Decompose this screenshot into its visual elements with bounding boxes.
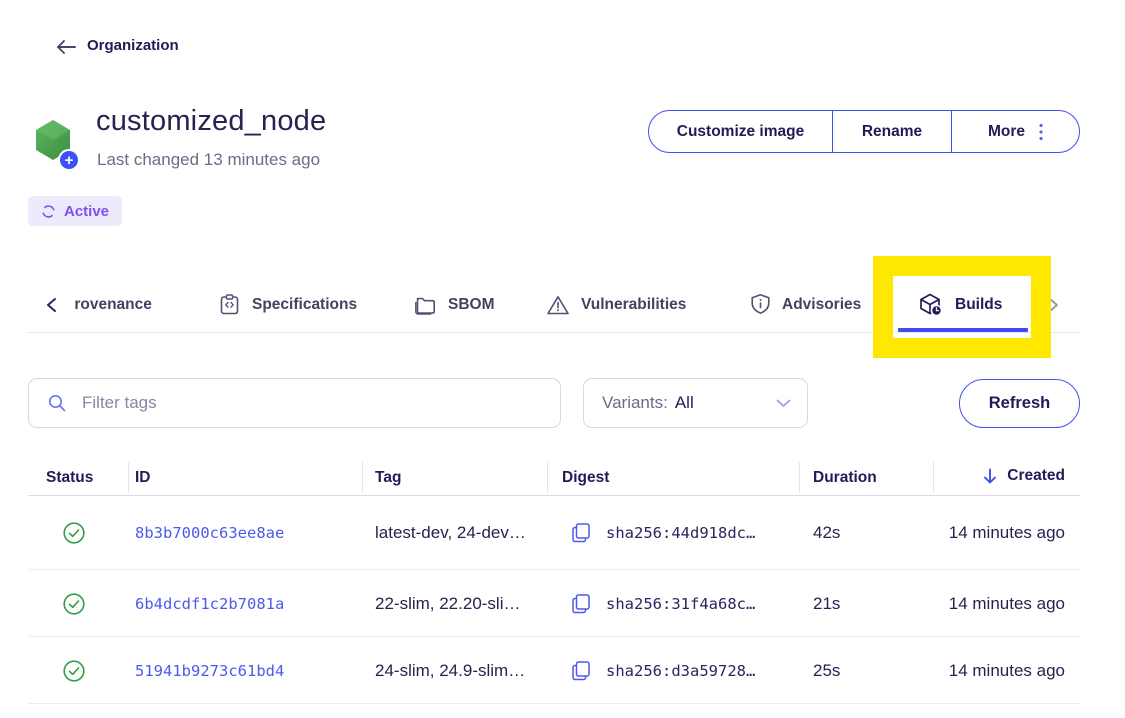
build-tags: 24-slim, 24.9-slim… [375, 661, 525, 681]
warning-triangle-icon [546, 294, 570, 316]
tabs-scroll-left[interactable] [46, 277, 57, 332]
variants-label: Variants: [602, 393, 668, 413]
table-row[interactable]: 51941b9273c61bd4 24-slim, 24.9-slim… sha… [0, 637, 1125, 704]
last-changed-text: Last changed 13 minutes ago [97, 150, 320, 170]
copy-digest-icon[interactable] [570, 659, 592, 683]
column-header-id: ID [135, 469, 151, 487]
build-digest: sha256:d3a59728… [606, 662, 755, 680]
status-badge: Active [28, 196, 122, 226]
column-divider [547, 462, 548, 492]
build-id-link[interactable]: 51941b9273c61bd4 [135, 662, 284, 680]
filter-tags-input[interactable] [80, 392, 524, 414]
refresh-button[interactable]: Refresh [959, 379, 1080, 428]
build-duration: 42s [813, 523, 840, 543]
folder-icon [413, 294, 437, 316]
column-divider [799, 462, 800, 492]
column-header-created[interactable]: Created [982, 467, 1065, 485]
build-duration: 21s [813, 594, 840, 614]
breadcrumb-organization[interactable]: Organization [87, 37, 179, 54]
shield-info-icon [750, 293, 771, 316]
more-button[interactable]: More [951, 111, 1079, 152]
tab-advisories-label: Advisories [782, 296, 861, 314]
chevron-down-icon [776, 399, 791, 408]
success-check-icon [63, 522, 85, 544]
action-button-group: Customize image Rename More [648, 110, 1080, 153]
status-badge-label: Active [64, 203, 109, 220]
tab-bar: Provenance Specifications SBOM [28, 277, 1080, 333]
search-icon [47, 393, 67, 413]
build-digest: sha256:31f4a68c… [606, 595, 755, 613]
tab-builds-label: Builds [955, 296, 1002, 314]
tab-provenance-label: Provenance [74, 296, 152, 314]
table-row[interactable]: 8b3b7000c63ee8ae latest-dev, 24-dev… sha… [0, 496, 1125, 570]
table-row[interactable]: 6b4dcdf1c2b7081a 22-slim, 22.20-sli… sha… [0, 570, 1125, 637]
tab-builds[interactable]: Builds [918, 277, 1002, 332]
sort-desc-arrow-icon [982, 467, 998, 485]
success-check-icon [63, 660, 85, 682]
page-title: customized_node [96, 105, 326, 138]
customize-image-button[interactable]: Customize image [649, 111, 832, 152]
row-divider [28, 703, 1080, 704]
column-header-tag: Tag [375, 469, 401, 487]
tab-specifications[interactable]: Specifications [218, 277, 357, 332]
tab-sbom[interactable]: SBOM [413, 277, 495, 332]
plus-badge-icon: + [58, 149, 80, 171]
build-id-link[interactable]: 8b3b7000c63ee8ae [135, 524, 284, 542]
chevron-left-icon [46, 297, 57, 313]
build-id-link[interactable]: 6b4dcdf1c2b7081a [135, 595, 284, 613]
column-divider [128, 462, 129, 492]
column-header-digest: Digest [562, 469, 609, 487]
tab-specifications-label: Specifications [252, 296, 357, 314]
variants-dropdown[interactable]: Variants: All [583, 378, 808, 428]
build-tags: latest-dev, 24-dev… [375, 523, 526, 543]
build-created: 14 minutes ago [949, 523, 1065, 543]
cube-clock-icon [918, 292, 944, 317]
variants-value: All [675, 393, 694, 413]
chevron-right-icon [1048, 297, 1059, 313]
column-header-duration: Duration [813, 469, 877, 487]
sync-icon [41, 204, 56, 219]
tab-provenance-clip: Provenance [74, 277, 176, 332]
column-divider [933, 462, 934, 492]
column-header-created-label: Created [1007, 467, 1065, 485]
builds-page: Organization + customized_node Last chan… [0, 0, 1125, 718]
image-logo: + [35, 119, 79, 173]
tab-vulnerabilities[interactable]: Vulnerabilities [546, 277, 686, 332]
clipboard-code-icon [218, 293, 241, 316]
rename-button[interactable]: Rename [832, 111, 951, 152]
tabs-scroll-right[interactable] [1048, 277, 1059, 332]
build-created: 14 minutes ago [949, 594, 1065, 614]
back-arrow-icon[interactable] [55, 39, 77, 55]
kebab-menu-icon [1039, 123, 1043, 141]
tab-sbom-label: SBOM [448, 296, 495, 314]
active-tab-underline [898, 328, 1028, 332]
copy-digest-icon[interactable] [570, 521, 592, 545]
tab-advisories[interactable]: Advisories [750, 277, 861, 332]
build-duration: 25s [813, 661, 840, 681]
build-digest: sha256:44d918dc… [606, 524, 755, 542]
tab-vulnerabilities-label: Vulnerabilities [581, 296, 686, 314]
copy-digest-icon[interactable] [570, 592, 592, 616]
more-button-label: More [988, 123, 1025, 141]
column-header-status: Status [46, 469, 93, 487]
success-check-icon [63, 593, 85, 615]
filter-tags-searchbox [28, 378, 561, 428]
tab-provenance[interactable]: Provenance [74, 277, 176, 332]
column-divider [362, 462, 363, 492]
build-created: 14 minutes ago [949, 661, 1065, 681]
build-tags: 22-slim, 22.20-sli… [375, 594, 521, 614]
